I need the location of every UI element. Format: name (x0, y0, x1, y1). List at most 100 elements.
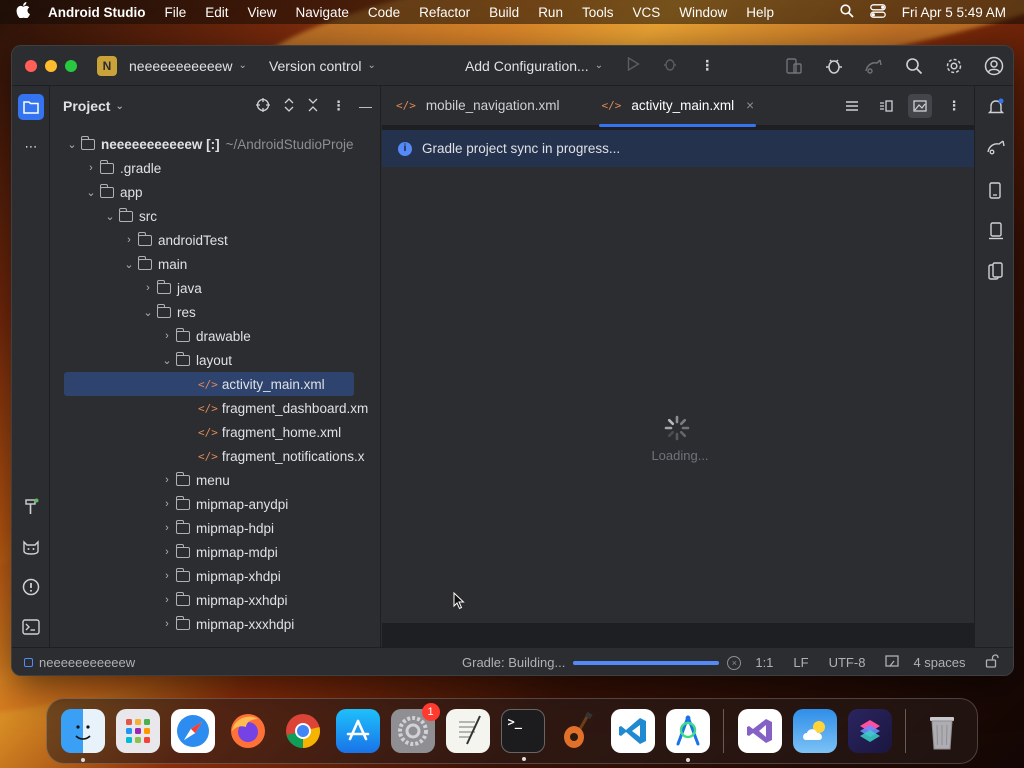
notifications-bell-icon[interactable] (983, 94, 1009, 120)
tree-row-fragment-notifications[interactable]: </> fragment_notifications.x (51, 444, 380, 468)
file-encoding[interactable]: UTF-8 (829, 655, 866, 670)
chevron-down-icon[interactable]: ⌄ (158, 354, 176, 367)
emulator-icon[interactable] (983, 258, 1009, 284)
gradle-build-status[interactable]: Gradle: Building... (462, 655, 565, 670)
spotlight-search-icon[interactable] (840, 3, 854, 21)
tree-row-main[interactable]: ⌄ main (51, 252, 380, 276)
tree-row-fragment-home[interactable]: </> fragment_home.xml (51, 420, 380, 444)
chrome-icon[interactable] (281, 709, 325, 753)
device-manager-icon[interactable] (783, 55, 805, 77)
chevron-right-icon[interactable]: › (158, 570, 176, 582)
firefox-icon[interactable] (226, 709, 270, 753)
project-view-dropdown[interactable]: Project (63, 98, 110, 114)
menu-navigate[interactable]: Navigate (296, 5, 349, 20)
tree-row-menu[interactable]: › menu (51, 468, 380, 492)
tree-row-mipmap-xxhdpi[interactable]: › mipmap-xxhdpi (51, 588, 380, 612)
locate-file-crosshair-icon[interactable] (256, 97, 270, 115)
safari-icon[interactable] (170, 709, 215, 753)
design-view-image-icon[interactable] (908, 94, 932, 118)
line-separator[interactable]: LF (793, 655, 808, 670)
more-vertical-icon[interactable]: ⋮ (332, 98, 345, 114)
tab-activity-main[interactable]: </> activity_main.xml × (589, 86, 766, 127)
status-project[interactable]: neeeeeeeeeeew (24, 655, 135, 670)
menu-vcs[interactable]: VCS (632, 5, 660, 20)
tree-row-gradle[interactable]: › .gradle (51, 156, 380, 180)
tree-row-activity-main-selected[interactable]: </> activity_main.xml (64, 372, 354, 396)
gradle-elephant-icon[interactable] (983, 134, 1009, 160)
tab-mobile-navigation[interactable]: </> mobile_navigation.xml (384, 86, 571, 126)
version-control-dropdown[interactable]: Version control ⌄ (269, 58, 376, 74)
chevron-right-icon[interactable]: › (158, 522, 176, 534)
menu-code[interactable]: Code (368, 5, 400, 20)
tree-row-src[interactable]: ⌄ src (51, 204, 380, 228)
caret-position[interactable]: 1:1 (755, 655, 773, 670)
menu-view[interactable]: View (248, 5, 277, 20)
code-view-lines-icon[interactable] (840, 94, 864, 118)
menubar-clock[interactable]: Fri Apr 5 5:49 AM (902, 5, 1006, 20)
tree-row-fragment-dashboard[interactable]: </> fragment_dashboard.xm (51, 396, 380, 420)
chevron-right-icon[interactable]: › (139, 282, 157, 294)
chevron-right-icon[interactable]: › (158, 594, 176, 606)
app-store-icon[interactable] (335, 709, 380, 753)
tree-row-res[interactable]: ⌄ res (51, 300, 380, 324)
split-view-icon[interactable] (874, 94, 898, 118)
tree-row-drawable[interactable]: › drawable (51, 324, 380, 348)
expand-all-icon[interactable] (284, 97, 294, 115)
tree-row-layout[interactable]: ⌄ layout (51, 348, 380, 372)
running-devices-icon[interactable] (983, 218, 1009, 244)
menu-run[interactable]: Run (538, 5, 563, 20)
unlock-icon[interactable] (985, 654, 1000, 671)
system-settings-icon[interactable]: 1 (390, 703, 440, 753)
sync-gradle-icon[interactable] (863, 55, 885, 77)
chevron-right-icon[interactable]: › (120, 234, 138, 246)
finder-icon[interactable] (60, 709, 105, 762)
tree-row-mipmap-hdpi[interactable]: › mipmap-hdpi (51, 516, 380, 540)
collapse-all-icon[interactable] (308, 98, 318, 115)
cancel-process-icon[interactable]: × (727, 655, 742, 670)
garageband-icon[interactable] (556, 709, 600, 753)
chevron-right-icon[interactable]: › (158, 498, 176, 510)
build-hammer-icon[interactable] (18, 494, 44, 520)
terminal-icon[interactable] (18, 614, 44, 640)
tree-row-java[interactable]: › java (51, 276, 380, 300)
more-vertical-icon[interactable]: ⋮ (700, 57, 714, 74)
chevron-right-icon[interactable]: › (158, 330, 176, 342)
tree-row-mipmap-xxxhdpi[interactable]: › mipmap-xxxhdpi (51, 612, 380, 636)
menu-file[interactable]: File (164, 5, 186, 20)
textedit-icon[interactable] (445, 709, 490, 753)
menu-build[interactable]: Build (489, 5, 519, 20)
launchpad-icon[interactable] (115, 709, 160, 753)
vscode-icon[interactable] (610, 709, 655, 753)
weather-icon[interactable] (792, 709, 837, 753)
minimize-window-button[interactable] (45, 59, 57, 72)
tree-row-androidtest[interactable]: › androidTest (51, 228, 380, 252)
run-icon[interactable] (627, 56, 640, 74)
menu-edit[interactable]: Edit (205, 5, 228, 20)
terminal-icon[interactable]: >_ (500, 709, 545, 761)
problems-alert-icon[interactable] (18, 574, 44, 600)
chevron-down-icon[interactable]: ⌄ (82, 186, 100, 199)
control-center-icon[interactable] (869, 3, 886, 21)
device-manager-icon[interactable] (983, 178, 1009, 204)
chevron-right-icon[interactable]: › (158, 618, 176, 630)
indent-setting[interactable]: 4 spaces (913, 655, 965, 670)
chevron-down-icon[interactable]: ⌄ (139, 306, 157, 319)
search-icon[interactable] (903, 55, 925, 77)
tree-row-mipmap-anydpi[interactable]: › mipmap-anydpi (51, 492, 380, 516)
settings-gear-icon[interactable] (943, 55, 965, 77)
close-window-button[interactable] (25, 59, 37, 72)
chevron-right-icon[interactable]: › (158, 546, 176, 558)
app-inspection-bug-icon[interactable] (823, 55, 845, 77)
trash-icon[interactable] (920, 709, 964, 753)
visual-studio-icon[interactable] (737, 709, 782, 753)
more-vertical-icon[interactable]: ⋮ (942, 94, 966, 118)
menu-tools[interactable]: Tools (582, 5, 614, 20)
menu-refactor[interactable]: Refactor (419, 5, 470, 20)
readonly-toggle-icon[interactable] (885, 655, 900, 670)
chevron-down-icon[interactable]: ⌄ (63, 138, 81, 151)
run-configuration-dropdown[interactable]: Add Configuration... ⌄ (465, 58, 603, 74)
menu-app-name[interactable]: Android Studio (48, 5, 145, 20)
tree-row-mipmap-xhdpi[interactable]: › mipmap-xhdpi (51, 564, 380, 588)
shortcuts-icon[interactable] (847, 709, 892, 753)
tree-row-mipmap-mdpi[interactable]: › mipmap-mdpi (51, 540, 380, 564)
